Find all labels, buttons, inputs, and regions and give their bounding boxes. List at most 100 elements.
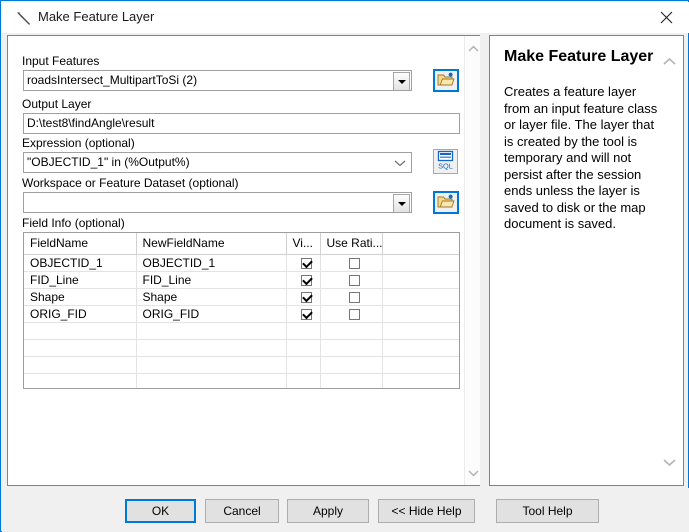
cell-newfieldname: ORIG_FID xyxy=(136,305,287,323)
cell-empty xyxy=(24,373,137,388)
chevron-down-icon xyxy=(394,154,406,173)
column-header-blank[interactable] xyxy=(382,233,459,255)
cancel-button[interactable]: Cancel xyxy=(205,499,279,523)
expression-dropdown-arrow[interactable] xyxy=(393,156,407,170)
use-ratio-checkbox[interactable] xyxy=(348,309,360,321)
svg-text:SQL: SQL xyxy=(438,162,453,170)
cell-use-ratio[interactable] xyxy=(320,271,383,289)
column-header-newfieldname[interactable]: NewFieldName xyxy=(136,233,287,255)
input-features-value: roadsIntersect_MultipartToSi (2) xyxy=(27,73,198,87)
cell-empty xyxy=(136,339,287,357)
table-row[interactable]: OBJECTID_1 OBJECTID_1 xyxy=(24,254,459,272)
cell-empty xyxy=(382,356,459,374)
scroll-down-button[interactable] xyxy=(465,464,480,481)
cell-empty xyxy=(286,339,321,357)
cell-visible[interactable] xyxy=(286,305,321,323)
cell-empty xyxy=(136,356,287,374)
make-feature-layer-dialog: Make Feature Layer Input Features roadsI… xyxy=(0,0,689,532)
help-description: Creates a feature layer from an input fe… xyxy=(504,84,658,231)
workspace-dropdown-arrow[interactable] xyxy=(393,194,410,212)
cell-empty xyxy=(24,356,137,374)
field-info-rows: OBJECTID_1 OBJECTID_1 FID_Line FID_Line xyxy=(24,254,459,388)
expression-sql-button[interactable]: SQL xyxy=(433,149,458,174)
input-features-dropdown-arrow[interactable] xyxy=(393,72,410,90)
table-row[interactable]: FID_Line FID_Line xyxy=(24,271,459,289)
table-row[interactable]: Shape Shape xyxy=(24,288,459,306)
cell-visible[interactable] xyxy=(286,254,321,272)
cell-fieldname: OBJECTID_1 xyxy=(24,254,137,272)
table-row-empty[interactable] xyxy=(24,339,459,357)
use-ratio-checkbox[interactable] xyxy=(348,258,360,270)
visible-checkbox[interactable] xyxy=(300,258,312,270)
window-title: Make Feature Layer xyxy=(38,9,155,24)
hammer-tool-icon xyxy=(15,10,33,28)
chevron-down-icon xyxy=(397,201,406,206)
cell-empty xyxy=(320,339,383,357)
cell-empty xyxy=(24,339,137,357)
cell-blank xyxy=(382,288,459,306)
output-layer-label: Output Layer xyxy=(22,97,92,111)
cell-empty xyxy=(382,373,459,388)
chevron-down-icon xyxy=(467,466,479,480)
cell-newfieldname: OBJECTID_1 xyxy=(136,254,287,272)
use-ratio-checkbox[interactable] xyxy=(348,275,360,287)
cell-empty xyxy=(24,322,137,340)
close-icon xyxy=(660,11,673,24)
table-row-empty[interactable] xyxy=(24,356,459,374)
cell-fieldname: FID_Line xyxy=(24,271,137,289)
help-scroll-up-button[interactable] xyxy=(661,54,677,70)
cell-visible[interactable] xyxy=(286,271,321,289)
hide-help-button[interactable]: << Hide Help xyxy=(378,499,475,523)
cell-blank xyxy=(382,254,459,272)
input-features-combobox[interactable]: roadsIntersect_MultipartToSi (2) xyxy=(23,70,412,91)
cell-empty xyxy=(286,356,321,374)
cell-empty xyxy=(320,373,383,388)
cell-empty xyxy=(382,339,459,357)
scroll-up-button[interactable] xyxy=(465,40,480,57)
cell-empty xyxy=(136,322,287,340)
chevron-up-icon xyxy=(662,55,676,69)
table-row-empty[interactable] xyxy=(24,373,459,388)
cell-fieldname: Shape xyxy=(24,288,137,306)
close-button[interactable] xyxy=(643,2,689,32)
visible-checkbox[interactable] xyxy=(300,275,312,287)
workspace-browse-button[interactable] xyxy=(433,191,459,214)
input-features-browse-button[interactable] xyxy=(433,69,459,92)
dialog-content: Input Features roadsIntersect_MultipartT… xyxy=(2,33,689,488)
parameters-scrollbar[interactable] xyxy=(464,36,480,485)
column-header-fieldname[interactable]: FieldName xyxy=(24,233,137,255)
expression-label: Expression (optional) xyxy=(22,136,135,150)
cell-use-ratio[interactable] xyxy=(320,254,383,272)
table-row[interactable]: ORIG_FID ORIG_FID xyxy=(24,305,459,323)
chevron-up-icon xyxy=(467,42,479,56)
workspace-label: Workspace or Feature Dataset (optional) xyxy=(22,176,239,190)
column-header-use-ratio[interactable]: Use Rati... xyxy=(320,233,383,255)
ok-button[interactable]: OK xyxy=(125,499,196,523)
cell-empty xyxy=(382,322,459,340)
cell-use-ratio[interactable] xyxy=(320,288,383,306)
cell-visible[interactable] xyxy=(286,288,321,306)
tool-help-button[interactable]: Tool Help xyxy=(496,499,599,523)
help-scroll-down-button[interactable] xyxy=(661,455,677,471)
table-row-empty[interactable] xyxy=(24,322,459,340)
title-bar: Make Feature Layer xyxy=(2,2,689,33)
sql-builder-icon: SQL xyxy=(436,150,455,173)
output-layer-value: D:\test8\findAngle\result xyxy=(27,116,155,130)
cell-newfieldname: FID_Line xyxy=(136,271,287,289)
visible-checkbox[interactable] xyxy=(300,309,312,321)
chevron-down-icon xyxy=(397,79,406,84)
column-header-visible[interactable]: Vi... xyxy=(286,233,321,255)
expression-value: "OBJECTID_1" in (%Output%) xyxy=(27,155,190,169)
cell-empty xyxy=(136,373,287,388)
field-info-grid[interactable]: FieldName NewFieldName Vi... Use Rati...… xyxy=(23,232,460,389)
output-layer-input[interactable]: D:\test8\findAngle\result xyxy=(23,113,460,134)
use-ratio-checkbox[interactable] xyxy=(348,292,360,304)
cell-empty xyxy=(286,373,321,388)
workspace-combobox[interactable] xyxy=(23,192,412,213)
apply-button[interactable]: Apply xyxy=(287,499,369,523)
dialog-footer: OK Cancel Apply << Hide Help Tool Help xyxy=(2,488,689,532)
expression-combobox[interactable]: "OBJECTID_1" in (%Output%) xyxy=(23,152,412,173)
cell-use-ratio[interactable] xyxy=(320,305,383,323)
visible-checkbox[interactable] xyxy=(300,292,312,304)
cell-blank xyxy=(382,305,459,323)
